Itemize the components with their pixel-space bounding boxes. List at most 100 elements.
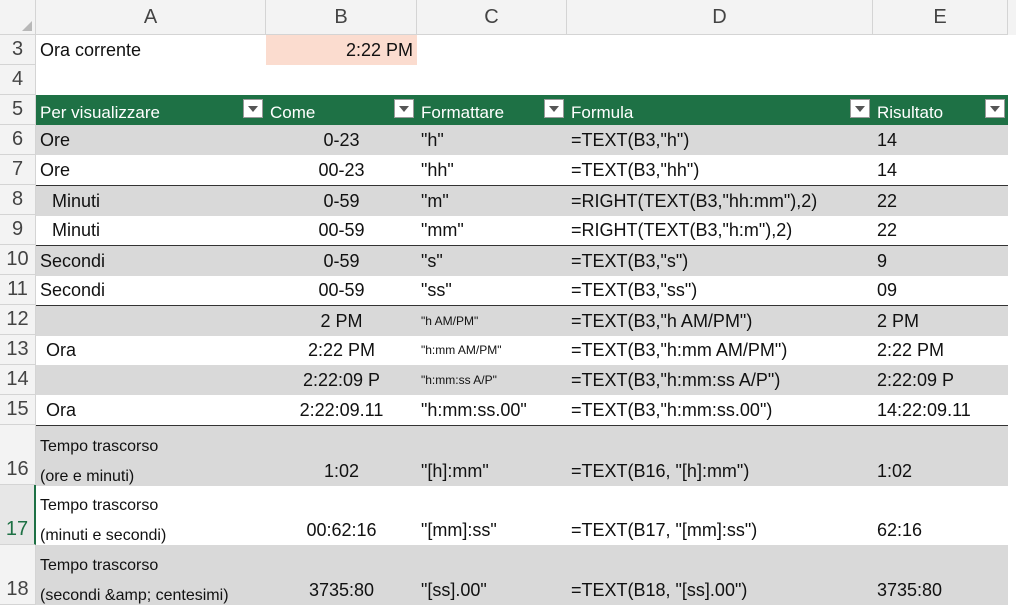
- cell-e9[interactable]: 22: [873, 215, 1008, 245]
- cell-d16[interactable]: =TEXT(B16, "[h]:mm"): [567, 426, 873, 486]
- cell-d8[interactable]: =RIGHT(TEXT(B3,"hh:mm"),2): [567, 186, 873, 216]
- cell-a12[interactable]: [36, 306, 266, 336]
- cell-a18[interactable]: Tempo trascorso (secondi &amp; centesimi…: [36, 545, 266, 605]
- cell-a10[interactable]: Secondi: [36, 246, 266, 276]
- column-header-c[interactable]: C: [417, 0, 567, 35]
- cell-text: =TEXT(B3,"h"): [571, 130, 690, 150]
- cell-c9[interactable]: "mm": [417, 215, 567, 245]
- row-header-11[interactable]: 11: [0, 275, 36, 305]
- cell-e11[interactable]: 09: [873, 275, 1008, 305]
- row-header-12[interactable]: 12: [0, 305, 36, 335]
- cell-text: =TEXT(B16, "[h]:mm"): [571, 461, 750, 481]
- cell-d12[interactable]: =TEXT(B3,"h AM/PM"): [567, 306, 873, 336]
- cell-c13[interactable]: "h:mm AM/PM": [417, 335, 567, 365]
- cell-e18[interactable]: 3735:80: [873, 545, 1008, 605]
- filter-dropdown-icon[interactable]: [243, 99, 263, 118]
- cell-e14[interactable]: 2:22:09 P: [873, 365, 1008, 395]
- cell-e6[interactable]: 14: [873, 125, 1008, 155]
- cell-e16[interactable]: 1:02: [873, 426, 1008, 486]
- cell-c6[interactable]: "h": [417, 125, 567, 155]
- cell-e13[interactable]: 2:22 PM: [873, 335, 1008, 365]
- cell-a11[interactable]: Secondi: [36, 275, 266, 305]
- cell-text: =TEXT(B3,"hh"): [571, 160, 700, 180]
- cell-text-block: Tempo trascorso (secondi &amp; centesimi…: [40, 551, 229, 605]
- cell-a17[interactable]: Tempo trascorso (minuti e secondi): [36, 485, 266, 545]
- cell-c18[interactable]: "[ss].00": [417, 545, 567, 605]
- cell-d17[interactable]: =TEXT(B17, "[mm]:ss"): [567, 485, 873, 545]
- row-header-6[interactable]: 6: [0, 125, 36, 155]
- cell-d7[interactable]: =TEXT(B3,"hh"): [567, 155, 873, 185]
- cell-b14[interactable]: 2:22:09 P: [266, 365, 417, 395]
- filter-dropdown-icon[interactable]: [985, 99, 1005, 118]
- row-header-17[interactable]: 17: [0, 485, 36, 545]
- row-header-18[interactable]: 18: [0, 545, 36, 605]
- cell-a8[interactable]: Minuti: [36, 186, 266, 216]
- column-header-b[interactable]: B: [266, 0, 417, 35]
- cell-e15[interactable]: 14:22:09.11: [873, 395, 1008, 425]
- cell-d6[interactable]: =TEXT(B3,"h"): [567, 125, 873, 155]
- row-header-5[interactable]: 5: [0, 95, 36, 125]
- cell-e12[interactable]: 2 PM: [873, 306, 1008, 336]
- cell-c11[interactable]: "ss": [417, 275, 567, 305]
- cell-b17[interactable]: 00:62:16: [266, 485, 417, 545]
- cell-c8[interactable]: "m": [417, 186, 567, 216]
- cell-a16[interactable]: Tempo trascorso (ore e minuti): [36, 426, 266, 486]
- filter-dropdown-icon[interactable]: [544, 99, 564, 118]
- cell-a6[interactable]: Ore: [36, 125, 266, 155]
- cell-b13[interactable]: 2:22 PM: [266, 335, 417, 365]
- cell-a9[interactable]: Minuti: [36, 215, 266, 245]
- cell-b9[interactable]: 00-59: [266, 215, 417, 245]
- cell-a13[interactable]: Ora: [36, 335, 266, 365]
- cell-b12[interactable]: 2 PM: [266, 306, 417, 336]
- cell-d18[interactable]: =TEXT(B18, "[ss].00"): [567, 545, 873, 605]
- cell-c14[interactable]: "h:mm:ss A/P": [417, 365, 567, 395]
- cell-e7[interactable]: 14: [873, 155, 1008, 185]
- cell-d14[interactable]: =TEXT(B3,"h:mm:ss A/P"): [567, 365, 873, 395]
- row-header-10[interactable]: 10: [0, 245, 36, 275]
- cell-b10[interactable]: 0-59: [266, 246, 417, 276]
- cell-d10[interactable]: =TEXT(B3,"s"): [567, 246, 873, 276]
- cell-text-line: Tempo trascorso: [40, 438, 159, 455]
- cell-c7[interactable]: "hh": [417, 155, 567, 185]
- cell-a7[interactable]: Ore: [36, 155, 266, 185]
- cell-d11[interactable]: =TEXT(B3,"ss"): [567, 275, 873, 305]
- cell-e8[interactable]: 22: [873, 186, 1008, 216]
- cell-b6[interactable]: 0-23: [266, 125, 417, 155]
- cell-b7[interactable]: 00-23: [266, 155, 417, 185]
- filter-dropdown-icon[interactable]: [850, 99, 870, 118]
- row-header-13[interactable]: 13: [0, 335, 36, 365]
- cell-c15[interactable]: "h:mm:ss.00": [417, 395, 567, 425]
- row-header-4[interactable]: 4: [0, 65, 36, 95]
- cell-b18[interactable]: 3735:80: [266, 545, 417, 605]
- cell-text: 2:22:09 P: [877, 370, 955, 390]
- select-all-corner[interactable]: [0, 0, 36, 35]
- cell-a3[interactable]: Ora corrente: [36, 35, 266, 65]
- row-header-14[interactable]: 14: [0, 365, 36, 395]
- column-header-a[interactable]: A: [36, 0, 266, 35]
- row-header-15[interactable]: 15: [0, 395, 36, 425]
- row-header-16[interactable]: 16: [0, 425, 36, 485]
- row-header-9[interactable]: 9: [0, 215, 36, 245]
- cell-b3[interactable]: 2:22 PM: [266, 35, 417, 65]
- cell-e17[interactable]: 62:16: [873, 485, 1008, 545]
- column-header-e[interactable]: E: [873, 0, 1008, 35]
- cell-b15[interactable]: 2:22:09.11: [266, 395, 417, 425]
- row-header-3[interactable]: 3: [0, 35, 36, 65]
- filter-dropdown-icon[interactable]: [394, 99, 414, 118]
- cell-c12[interactable]: "h AM/PM": [417, 306, 567, 336]
- cell-e10[interactable]: 9: [873, 246, 1008, 276]
- cell-a14[interactable]: [36, 365, 266, 395]
- cell-b11[interactable]: 00-59: [266, 275, 417, 305]
- cell-a15[interactable]: Ora: [36, 395, 266, 425]
- column-header-d[interactable]: D: [567, 0, 873, 35]
- cell-b8[interactable]: 0-59: [266, 186, 417, 216]
- cell-d13[interactable]: =TEXT(B3,"h:mm AM/PM"): [567, 335, 873, 365]
- row-header-7[interactable]: 7: [0, 155, 36, 185]
- cell-c16[interactable]: "[h]:mm": [417, 426, 567, 486]
- cell-d9[interactable]: =RIGHT(TEXT(B3,"h:m"),2): [567, 215, 873, 245]
- row-header-8[interactable]: 8: [0, 185, 36, 215]
- cell-c10[interactable]: "s": [417, 246, 567, 276]
- cell-b16[interactable]: 1:02: [266, 426, 417, 486]
- cell-d15[interactable]: =TEXT(B3,"h:mm:ss.00"): [567, 395, 873, 425]
- cell-c17[interactable]: "[mm]:ss": [417, 485, 567, 545]
